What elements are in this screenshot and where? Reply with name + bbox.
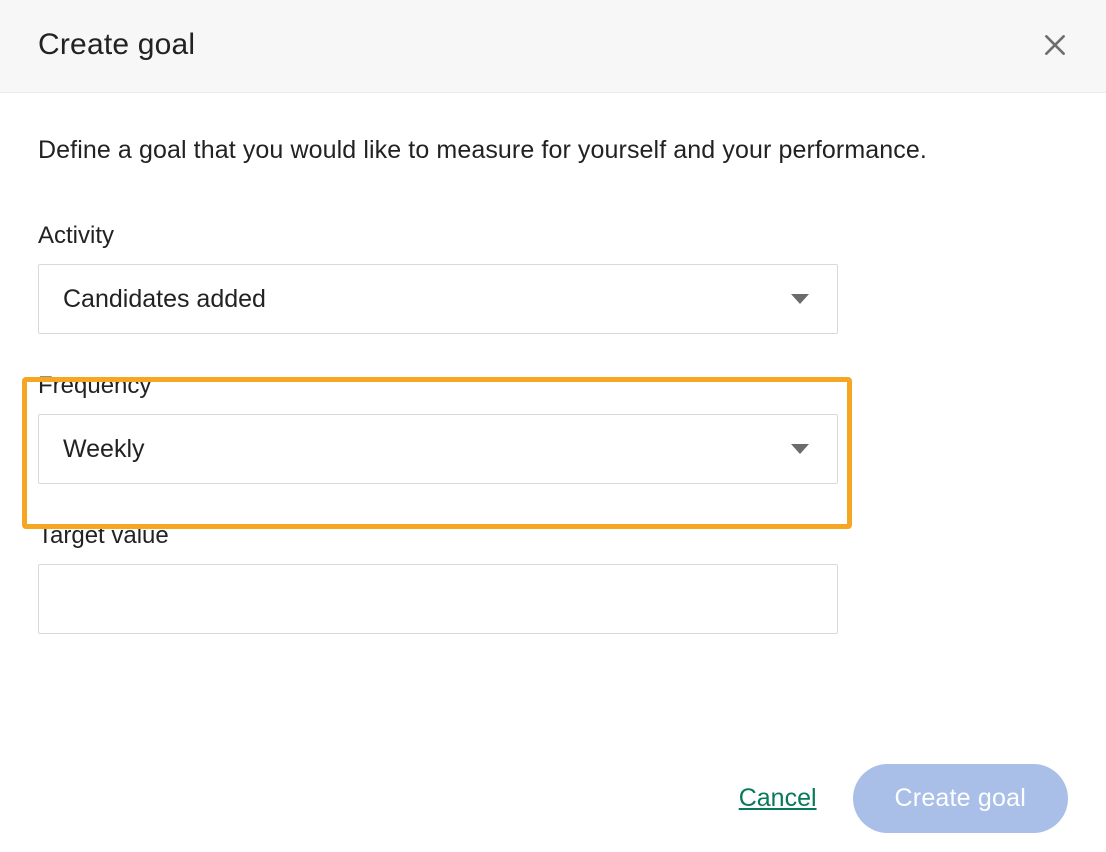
modal-description: Define a goal that you would like to mea…: [38, 133, 1068, 168]
caret-down-icon: [791, 293, 809, 305]
frequency-group: Frequency Weekly: [38, 372, 1068, 484]
modal-footer: Cancel Create goal: [0, 764, 1106, 833]
activity-value: Candidates added: [63, 285, 266, 314]
modal-body: Define a goal that you would like to mea…: [0, 93, 1106, 672]
activity-label: Activity: [38, 222, 1068, 250]
create-goal-button[interactable]: Create goal: [853, 764, 1068, 833]
close-icon[interactable]: [1042, 32, 1068, 58]
modal-title: Create goal: [38, 28, 195, 62]
target-label: Target value: [38, 522, 1068, 550]
frequency-value: Weekly: [63, 435, 145, 464]
modal-header: Create goal: [0, 0, 1106, 93]
activity-select[interactable]: Candidates added: [38, 264, 838, 334]
cancel-button[interactable]: Cancel: [739, 784, 817, 813]
target-input[interactable]: [38, 564, 838, 634]
activity-group: Activity Candidates added: [38, 222, 1068, 334]
goal-form: Activity Candidates added Frequency Week…: [38, 222, 1068, 634]
frequency-select[interactable]: Weekly: [38, 414, 838, 484]
caret-down-icon: [791, 443, 809, 455]
frequency-label: Frequency: [38, 372, 1068, 400]
create-goal-modal: Create goal Define a goal that you would…: [0, 0, 1106, 852]
target-group: Target value: [38, 522, 1068, 634]
